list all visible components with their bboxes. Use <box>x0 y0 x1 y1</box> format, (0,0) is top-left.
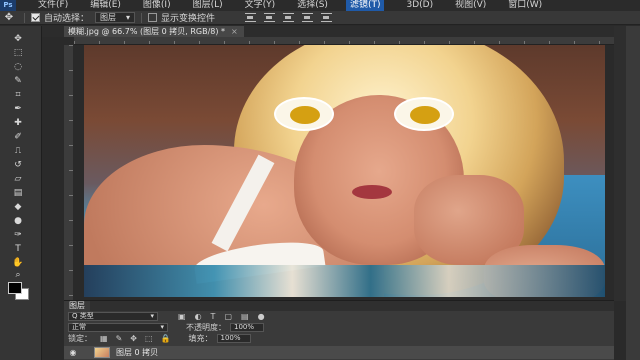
filter-toggle-icon[interactable]: ● <box>258 312 265 321</box>
gradient-tool-icon[interactable]: ▤ <box>11 188 25 198</box>
menu-file[interactable]: 文件(F) <box>16 0 68 11</box>
menu-select[interactable]: 选择(S) <box>275 0 328 11</box>
divider <box>24 12 25 23</box>
lock-icons: ▦ ✎ ✥ ⬚ 🔒 <box>100 334 171 343</box>
layer-row[interactable]: ◉ 图层 0 拷贝 <box>64 346 614 359</box>
auto-select-target-dropdown[interactable]: 图层 ▾ <box>95 12 136 23</box>
history-brush-tool-icon[interactable]: ↺ <box>11 160 25 170</box>
menu-filter[interactable]: 滤镜(T) <box>345 0 385 11</box>
smart-object-filter-icon[interactable]: ▤ <box>241 312 249 321</box>
opacity-input[interactable]: 100% <box>230 323 264 332</box>
menu-image[interactable]: 图像(I) <box>121 0 171 11</box>
menu-3d[interactable]: 3D(D) <box>384 0 433 11</box>
vertical-ruler <box>64 45 73 300</box>
layers-panel: 图层 Q 类型 ▾ ▣ ◐ T ▢ ▤ ● 正常 ▾ 不透明度： 100% 锁定… <box>64 300 614 360</box>
photo-lips <box>352 185 392 199</box>
align-middle-icon[interactable] <box>264 13 276 22</box>
photo-sunglasses-left <box>274 97 334 131</box>
fill-input[interactable]: 100% <box>216 334 251 343</box>
canvas-scroll-area <box>614 26 626 301</box>
document-tab[interactable]: 模糊.jpg @ 66.7% (图层 0 拷贝, RGB/8) * × <box>64 26 244 37</box>
layers-filter-row: Q 类型 ▾ ▣ ◐ T ▢ ▤ ● <box>64 311 614 322</box>
menu-edit[interactable]: 编辑(E) <box>68 0 121 11</box>
horizontal-ruler <box>74 37 614 45</box>
lasso-tool-icon[interactable]: ◌ <box>11 62 25 72</box>
menu-view[interactable]: 视图(V) <box>433 0 486 11</box>
tools-panel: ✥ ⬚ ◌ ✎ ⌗ ✒ ✚ ✐ ⎍ ↺ ▱ ▤ ◆ ● ✑ T ✋ ⌕ <box>0 26 42 360</box>
layer-thumbnail <box>94 347 110 358</box>
chevron-down-icon: ▾ <box>150 312 154 320</box>
auto-select-target-value: 图层 <box>100 13 117 22</box>
blur-tool-icon[interactable]: ◆ <box>11 202 25 212</box>
type-filter-icon[interactable]: T <box>211 312 216 321</box>
menu-bar: Ps 文件(F) 编辑(E) 图像(I) 图层(L) 文字(Y) 选择(S) 滤… <box>0 0 640 11</box>
layers-blend-row: 正常 ▾ 不透明度： 100% <box>64 322 614 333</box>
align-buttons <box>245 13 333 22</box>
lock-label: 锁定： <box>68 334 92 343</box>
blend-mode-value: 正常 <box>72 323 86 331</box>
fill-label: 填充： <box>188 334 213 343</box>
tab-layers[interactable]: 图层 <box>64 301 90 311</box>
photo-towel <box>84 265 605 297</box>
pen-tool-icon[interactable]: ✑ <box>11 230 25 240</box>
align-bottom-icon[interactable] <box>283 13 295 22</box>
layer-name: 图层 0 拷贝 <box>116 348 159 357</box>
lock-position-icon[interactable]: ✥ <box>130 334 137 343</box>
dodge-tool-icon[interactable]: ● <box>11 216 25 226</box>
eye-icon[interactable]: ◉ <box>66 348 80 357</box>
document-tab-bar: 模糊.jpg @ 66.7% (图层 0 拷贝, RGB/8) * × <box>42 26 614 37</box>
type-tool-icon[interactable]: T <box>11 244 25 254</box>
show-transform-checkbox[interactable] <box>148 13 158 22</box>
layer-filter-icons: ▣ ◐ T ▢ ▤ ● <box>178 312 265 321</box>
app-logo: Ps <box>0 0 16 11</box>
quick-select-tool-icon[interactable]: ✎ <box>11 76 25 86</box>
align-top-icon[interactable] <box>245 13 257 22</box>
document-tab-title: 模糊.jpg @ 66.7% (图层 0 拷贝, RGB/8) * <box>68 27 226 36</box>
hand-tool-icon[interactable]: ✋ <box>11 258 25 268</box>
pixel-filter-icon[interactable]: ▣ <box>178 312 186 321</box>
close-icon[interactable]: × <box>231 26 238 37</box>
blend-mode-dropdown[interactable]: 正常 ▾ <box>68 323 168 332</box>
opacity-label: 不透明度： <box>186 323 226 332</box>
marquee-tool-icon[interactable]: ⬚ <box>11 48 25 58</box>
adjustment-filter-icon[interactable]: ◐ <box>195 312 202 321</box>
divider <box>141 12 143 23</box>
lock-all-icon[interactable]: 🔒 <box>161 334 171 343</box>
eyedropper-tool-icon[interactable]: ✒ <box>11 104 25 114</box>
chevron-down-icon: ▾ <box>126 13 131 22</box>
chevron-down-icon: ▾ <box>160 323 164 331</box>
menu-window[interactable]: 窗口(W) <box>486 0 542 11</box>
move-tool-icon[interactable]: ✥ <box>0 12 18 23</box>
brush-tool-icon[interactable]: ✐ <box>11 132 25 142</box>
layer-filter-dropdown[interactable]: Q 类型 ▾ <box>68 312 158 321</box>
eraser-tool-icon[interactable]: ▱ <box>11 174 25 184</box>
zoom-tool-icon[interactable]: ⌕ <box>11 270 25 280</box>
options-bar: ✥ 自动选择： 图层 ▾ 显示变换控件 <box>0 11 640 25</box>
align-left-icon[interactable] <box>302 13 314 22</box>
clone-stamp-tool-icon[interactable]: ⎍ <box>11 146 25 156</box>
foreground-color-swatch[interactable] <box>8 282 22 294</box>
auto-select-checkbox[interactable] <box>31 13 40 22</box>
show-transform-label: 显示变换控件 <box>161 14 216 24</box>
layers-tabbar: 图层 <box>64 301 614 311</box>
auto-select-label: 自动选择： <box>44 14 90 24</box>
crop-tool-icon[interactable]: ⌗ <box>11 90 25 100</box>
menu-type[interactable]: 文字(Y) <box>223 0 276 11</box>
lock-artboard-icon[interactable]: ⬚ <box>145 334 153 343</box>
lock-transparent-icon[interactable]: ▦ <box>100 334 108 343</box>
menu-layer[interactable]: 图层(L) <box>171 0 223 11</box>
shape-filter-icon[interactable]: ▢ <box>224 312 232 321</box>
right-panel-strip <box>626 26 640 360</box>
layer-filter-value: Q 类型 <box>72 312 94 320</box>
lock-pixels-icon[interactable]: ✎ <box>116 334 123 343</box>
layers-lock-row: 锁定： ▦ ✎ ✥ ⬚ 🔒 填充： 100% <box>64 333 614 344</box>
photo-sunglasses-right <box>394 97 454 131</box>
move-tool-icon[interactable]: ✥ <box>11 34 25 44</box>
document-canvas[interactable] <box>84 45 605 297</box>
healing-brush-tool-icon[interactable]: ✚ <box>11 118 25 128</box>
align-center-icon[interactable] <box>321 13 333 22</box>
